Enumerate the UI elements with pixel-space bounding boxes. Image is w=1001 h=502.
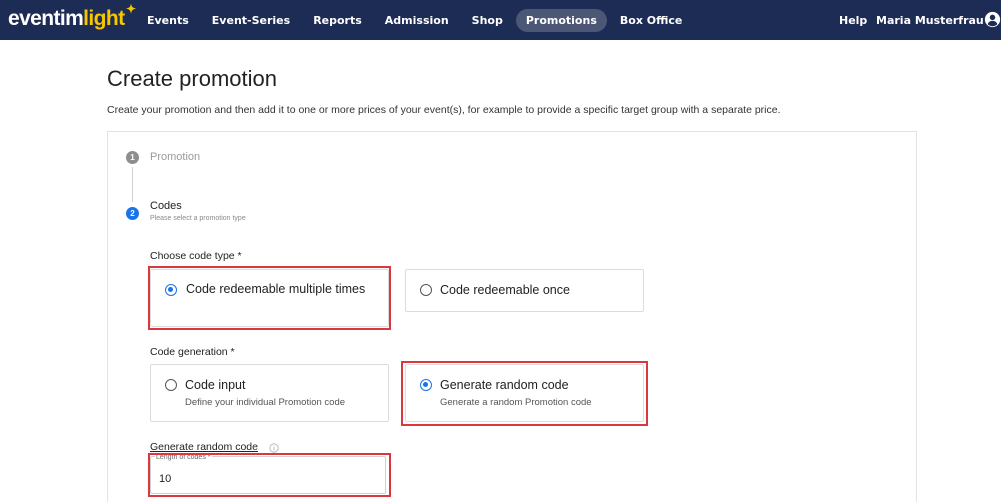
radio-selected-icon[interactable]: [420, 379, 432, 391]
user-account-icon[interactable]: [984, 11, 1001, 28]
option-code-redeemable-multiple[interactable]: Code redeemable multiple times: [150, 269, 389, 327]
top-navigation-bar: eventimlight ✦ Events Event-Series Repor…: [0, 0, 1001, 40]
logo-main-text: eventim: [8, 7, 84, 30]
option-title: Code redeemable multiple times: [186, 282, 366, 296]
nav-item-admission[interactable]: Admission: [375, 9, 459, 32]
code-generation-label: Code generation *: [150, 346, 235, 358]
stepper-connector: [132, 167, 133, 202]
nav-item-reports[interactable]: Reports: [303, 9, 372, 32]
option-title: Code input: [185, 378, 246, 392]
option-subtitle: Define your individual Promotion code: [185, 397, 346, 408]
nav-help-link[interactable]: Help: [839, 14, 867, 27]
length-of-codes-input[interactable]: [159, 473, 359, 485]
option-title: Generate random code: [440, 378, 569, 392]
nav-item-event-series[interactable]: Event-Series: [202, 9, 300, 32]
page-title: Create promotion: [107, 66, 277, 91]
eventim-light-logo[interactable]: eventimlight ✦: [8, 2, 136, 31]
radio-unselected-icon[interactable]: [165, 379, 177, 391]
length-of-codes-legend: Length of codes *: [155, 454, 212, 461]
option-code-input[interactable]: Code input Define your individual Promot…: [150, 364, 389, 422]
user-name[interactable]: Maria Musterfrau: [876, 14, 984, 27]
length-of-codes-field[interactable]: Length of codes *: [150, 454, 386, 494]
step-2-sublabel: Please select a promotion type: [150, 215, 246, 222]
nav-item-events[interactable]: Events: [137, 9, 199, 32]
nav-item-promotions[interactable]: Promotions: [515, 8, 607, 32]
step-2-indicator: 2: [126, 207, 139, 220]
step-1-label[interactable]: Promotion: [150, 151, 200, 163]
option-subtitle: Generate a random Promotion code: [440, 397, 592, 408]
step-2-label: Codes: [150, 200, 182, 212]
random-code-label: Generate random code: [150, 441, 258, 453]
nav-item-shop[interactable]: Shop: [462, 9, 513, 32]
option-code-redeemable-once[interactable]: Code redeemable once: [405, 269, 644, 312]
step-1-indicator: 1: [126, 151, 139, 164]
info-icon[interactable]: [269, 443, 279, 453]
option-generate-random-code[interactable]: Generate random code Generate a random P…: [405, 364, 644, 422]
nav-item-box-office[interactable]: Box Office: [610, 9, 692, 32]
logo-star-icon: ✦: [126, 2, 136, 16]
main-nav: Events Event-Series Reports Admission Sh…: [137, 0, 695, 40]
radio-selected-icon[interactable]: [165, 284, 177, 296]
radio-unselected-icon[interactable]: [420, 284, 432, 296]
code-type-label: Choose code type *: [150, 250, 242, 262]
logo-accent-text: light: [83, 7, 125, 30]
page-description: Create your promotion and then add it to…: [107, 104, 781, 116]
option-title: Code redeemable once: [440, 283, 570, 297]
